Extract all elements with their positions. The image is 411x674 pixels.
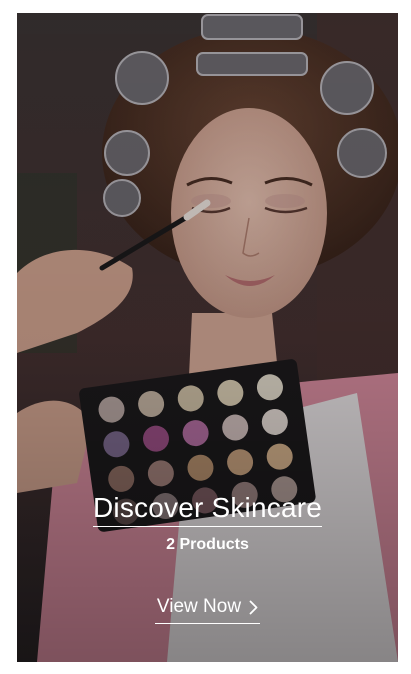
view-now-button[interactable]: View Now bbox=[154, 595, 261, 624]
view-now-label: View Now bbox=[156, 596, 242, 617]
product-count: 2 Products bbox=[166, 536, 249, 553]
collection-card[interactable]: Discover Skincare 2 Products View Now bbox=[17, 13, 398, 662]
collection-caption: Discover Skincare 2 Products View Now bbox=[17, 491, 398, 624]
collection-title[interactable]: Discover Skincare bbox=[92, 491, 323, 527]
chevron-right-icon bbox=[249, 600, 258, 614]
